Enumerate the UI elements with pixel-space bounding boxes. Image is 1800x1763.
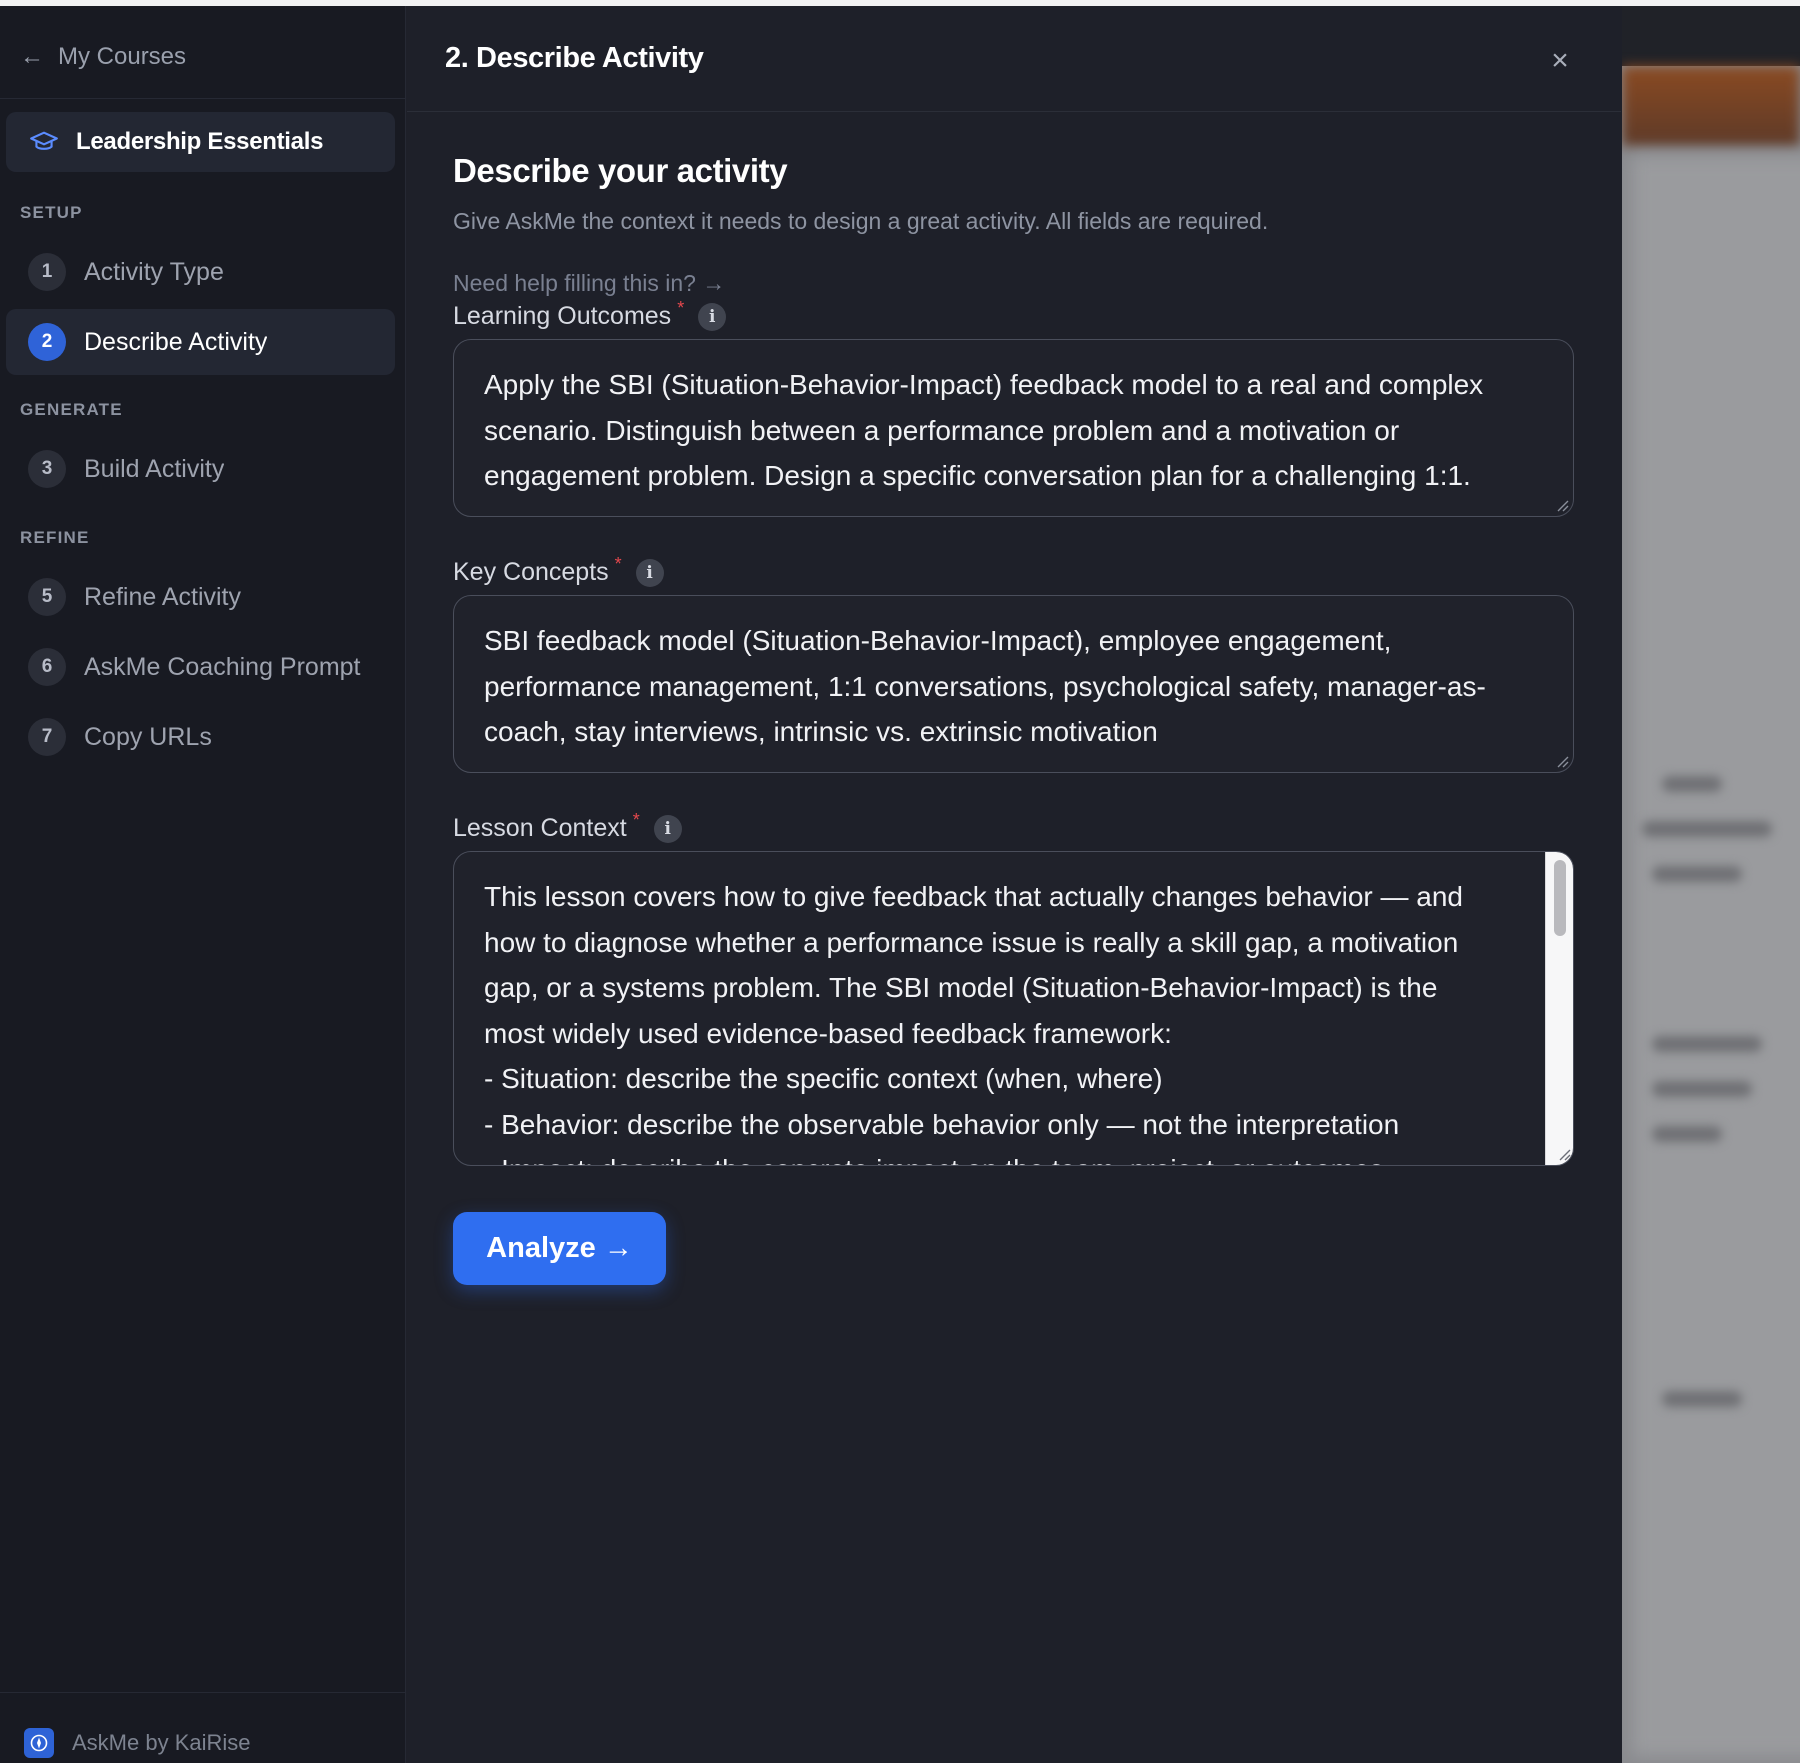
sidebar-footer-divider xyxy=(0,1692,406,1693)
textarea-line: most widely used evidence-based feedback… xyxy=(484,1017,1172,1049)
textarea-scrollbar[interactable] xyxy=(1545,852,1573,1165)
lesson-context-textarea[interactable]: This lesson covers how to give feedback … xyxy=(453,851,1574,1166)
step-number: 2 xyxy=(28,323,66,361)
textarea-line: performance management, 1:1 conversation… xyxy=(484,670,1486,702)
sidebar-item-copy-urls[interactable]: 7 Copy URLs xyxy=(6,704,395,770)
info-icon[interactable]: i xyxy=(653,814,682,843)
background-text xyxy=(1642,821,1772,837)
learning-outcomes-label: Learning Outcomes * i xyxy=(453,298,727,331)
lesson-context-label: Lesson Context * i xyxy=(453,810,682,843)
arrow-left-icon: ← xyxy=(20,43,44,70)
field-label-text: Learning Outcomes xyxy=(453,302,672,330)
textarea-line: coach, stay interviews, intrinsic vs. ex… xyxy=(484,716,1158,747)
background-text xyxy=(1652,1036,1762,1052)
required-marker: * xyxy=(677,298,685,318)
sidebar-footer: AskMe by KaiRise xyxy=(24,1728,251,1758)
learning-outcomes-textarea[interactable]: Apply the SBI (Situation-Behavior-Impact… xyxy=(453,339,1574,517)
resize-handle-icon[interactable] xyxy=(1555,754,1569,768)
info-icon[interactable]: i xyxy=(698,302,727,331)
required-marker: * xyxy=(614,554,622,574)
background-header xyxy=(1622,6,1800,66)
info-icon[interactable]: i xyxy=(635,558,664,587)
resize-handle-icon[interactable] xyxy=(1555,498,1569,512)
background-content xyxy=(1632,156,1800,1756)
step-number: 3 xyxy=(28,450,66,488)
background-page xyxy=(1622,6,1800,1763)
textarea-line: - Situation: describe the specific conte… xyxy=(484,1063,1163,1094)
textarea-line: engagement problem. Design a specific co… xyxy=(484,460,1471,491)
textarea-line: - Impact: describe the concrete impact o… xyxy=(484,1147,1523,1165)
background-banner xyxy=(1622,66,1800,146)
required-marker: * xyxy=(632,810,640,830)
section-label-generate: GENERATE xyxy=(20,400,123,419)
describe-activity-panel: 2. Describe Activity × Describe your act… xyxy=(407,6,1621,1763)
background-text xyxy=(1662,1391,1742,1407)
textarea-line: gap, or a systems problem. The SBI model… xyxy=(484,972,1438,1003)
sidebar-item-label: Describe Activity xyxy=(84,327,268,356)
step-number: 6 xyxy=(28,648,66,686)
course-card[interactable]: Leadership Essentials xyxy=(6,112,395,172)
sidebar-divider xyxy=(0,98,406,99)
key-concepts-label: Key Concepts * i xyxy=(453,554,664,587)
textarea-line: Apply the SBI (Situation-Behavior-Impact… xyxy=(484,369,1484,400)
textarea-line: SBI feedback model (Situation-Behavior-I… xyxy=(484,625,1392,656)
askme-logo-icon xyxy=(24,1728,54,1758)
textarea-line: This lesson covers how to give feedback … xyxy=(484,881,1464,912)
textarea-line: - Behavior: describe the observable beha… xyxy=(484,1108,1400,1140)
background-text xyxy=(1652,866,1742,882)
field-label-text: Key Concepts xyxy=(453,558,609,586)
panel-title: 2. Describe Activity xyxy=(445,42,704,74)
field-label-text: Lesson Context xyxy=(453,814,627,842)
step-number: 1 xyxy=(28,253,66,291)
sidebar-item-askme-coaching-prompt[interactable]: 6 AskMe Coaching Prompt xyxy=(6,634,395,700)
background-text xyxy=(1652,1126,1722,1142)
section-subtitle: Give AskMe the context it needs to desig… xyxy=(453,208,1269,234)
section-label-setup: SETUP xyxy=(20,203,83,222)
background-text xyxy=(1652,1081,1752,1097)
textarea-line: how to diagnose whether a performance is… xyxy=(484,926,1459,958)
sidebar: ← My Courses Leadership Essentials SETUP… xyxy=(0,6,406,1763)
sidebar-item-label: Build Activity xyxy=(84,454,225,483)
sidebar-item-describe-activity[interactable]: 2 Describe Activity xyxy=(6,309,395,375)
sidebar-item-label: AskMe Coaching Prompt xyxy=(84,652,361,681)
background-text xyxy=(1662,776,1722,792)
sidebar-item-label: Copy URLs xyxy=(84,722,212,751)
help-link[interactable]: Need help filling this in? → xyxy=(453,270,725,297)
section-label-refine: REFINE xyxy=(20,528,90,547)
scrollbar-thumb[interactable] xyxy=(1554,860,1566,936)
panel-header: 2. Describe Activity × xyxy=(407,6,1621,112)
textarea-line: scenario. Distinguish between a performa… xyxy=(484,414,1400,446)
step-number: 7 xyxy=(28,718,66,756)
step-number: 5 xyxy=(28,578,66,616)
sidebar-item-label: Activity Type xyxy=(84,257,224,286)
footer-label: AskMe by KaiRise xyxy=(72,1730,251,1755)
resize-handle-icon[interactable] xyxy=(1557,1147,1571,1161)
key-concepts-textarea[interactable]: SBI feedback model (Situation-Behavior-I… xyxy=(453,595,1574,773)
analyze-button[interactable]: Analyze → xyxy=(453,1212,666,1285)
back-to-courses-link[interactable]: ← My Courses xyxy=(20,34,186,80)
sidebar-item-activity-type[interactable]: 1 Activity Type xyxy=(6,239,395,305)
sidebar-item-label: Refine Activity xyxy=(84,582,242,611)
sidebar-item-refine-activity[interactable]: 5 Refine Activity xyxy=(6,564,395,630)
section-heading: Describe your activity xyxy=(453,152,788,189)
course-title: Leadership Essentials xyxy=(76,128,324,155)
back-link-label: My Courses xyxy=(58,43,187,70)
graduation-cap-icon xyxy=(30,131,58,150)
close-icon[interactable]: × xyxy=(1543,46,1577,80)
sidebar-item-build-activity[interactable]: 3 Build Activity xyxy=(6,436,395,502)
